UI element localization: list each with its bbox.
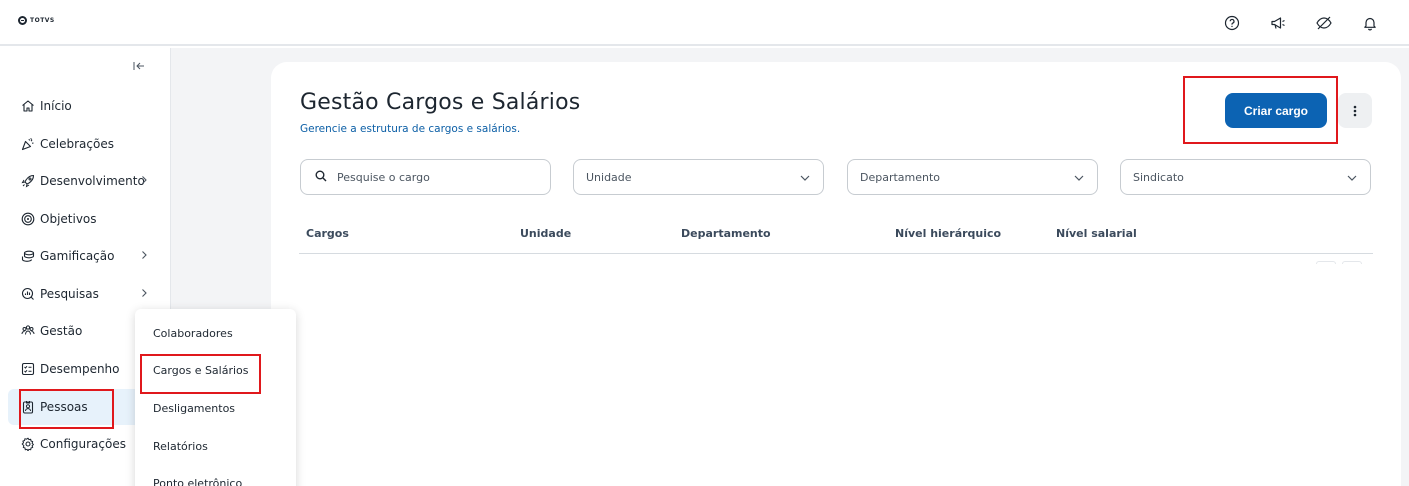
departamento-select[interactable]: Departamento: [847, 159, 1098, 195]
pagination-controls: [1316, 261, 1362, 264]
target-icon: [20, 211, 36, 227]
table-header: Cargos Unidade Departamento Nível hierár…: [299, 214, 1373, 254]
more-vertical-icon: [1353, 105, 1357, 116]
top-bar: TOTVS: [0, 0, 1409, 46]
help-icon[interactable]: [1221, 12, 1243, 34]
chevron-down-icon: [1346, 172, 1358, 184]
chevron-right-icon: [138, 287, 150, 299]
more-options-button[interactable]: [1338, 93, 1372, 128]
sidebar-item-desenvolvimento[interactable]: Desenvolvimento: [8, 163, 164, 199]
bell-icon[interactable]: [1359, 12, 1381, 34]
pagination-next-button[interactable]: [1342, 261, 1362, 264]
badge-icon: [20, 399, 36, 415]
submenu-item-cargos-e-salarios[interactable]: Cargos e Salários: [135, 352, 296, 388]
checklist-icon: [20, 361, 36, 377]
sidebar-item-label: Início: [40, 99, 72, 113]
sidebar-item-label: Objetivos: [40, 212, 97, 226]
pessoas-submenu: Colaboradores Cargos e Salários Desligam…: [135, 309, 296, 486]
column-header-nivel-salarial[interactable]: Nível salarial: [1056, 227, 1137, 240]
team-icon: [20, 323, 36, 339]
home-icon: [20, 98, 36, 114]
sidebar-item-label: Configurações: [40, 437, 126, 451]
submenu-item-desligamentos[interactable]: Desligamentos: [135, 390, 296, 426]
sindicato-select[interactable]: Sindicato: [1120, 159, 1371, 195]
column-header-cargos[interactable]: Cargos: [306, 227, 349, 240]
chevron-down-icon: [799, 172, 811, 184]
eye-off-icon[interactable]: [1313, 12, 1335, 34]
sidebar-item-label: Pesquisas: [40, 287, 99, 301]
submenu-item-colaboradores[interactable]: Colaboradores: [135, 315, 296, 351]
search-placeholder: Pesquise o cargo: [337, 170, 430, 184]
coins-icon: [20, 248, 36, 264]
submenu-item-ponto-eletronico[interactable]: Ponto eletrônico: [135, 465, 296, 486]
sidebar-item-gamificacao[interactable]: Gamificação: [8, 238, 164, 274]
sidebar-item-objetivos[interactable]: Objetivos: [8, 201, 164, 237]
main-area: Gestão Cargos e Salários Gerencie a estr…: [171, 48, 1409, 486]
sidebar-item-celebracoes[interactable]: Celebrações: [8, 126, 164, 162]
logo-text: TOTVS: [30, 17, 55, 24]
sidebar-item-label: Desempenho: [40, 362, 120, 376]
sindicato-select-label: Sindicato: [1133, 170, 1184, 184]
chevron-right-icon: [138, 249, 150, 261]
column-header-nivel-hierarquico[interactable]: Nível hierárquico: [895, 227, 1001, 240]
sidebar-item-pesquisas[interactable]: Pesquisas: [8, 276, 164, 312]
sidebar-item-label: Desenvolvimento: [40, 174, 145, 188]
chevron-right-icon: [138, 174, 150, 186]
column-header-unidade[interactable]: Unidade: [520, 227, 571, 240]
submenu-item-relatorios[interactable]: Relatórios: [135, 428, 296, 464]
sidebar-item-inicio[interactable]: Início: [8, 88, 164, 124]
gear-icon: [20, 436, 36, 452]
column-header-departamento[interactable]: Departamento: [681, 227, 771, 240]
survey-icon: [20, 286, 36, 302]
unidade-select[interactable]: Unidade: [573, 159, 824, 195]
sidebar-item-label: Celebrações: [40, 137, 114, 151]
sidebar-item-label: Gamificação: [40, 249, 115, 263]
top-actions: [1221, 12, 1381, 34]
search-icon: [315, 170, 327, 185]
departamento-select-label: Departamento: [860, 170, 941, 184]
page-subtitle: Gerencie a estrutura de cargos e salário…: [300, 123, 521, 135]
brand-logo[interactable]: TOTVS: [18, 16, 55, 25]
page-title: Gestão Cargos e Salários: [300, 90, 581, 115]
unidade-select-label: Unidade: [586, 170, 632, 184]
rocket-icon: [20, 173, 36, 189]
search-input[interactable]: Pesquise o cargo: [300, 159, 551, 195]
pagination-prev-button[interactable]: [1316, 261, 1336, 264]
sidebar-item-label: Pessoas: [40, 400, 88, 414]
collapse-left-icon[interactable]: [131, 58, 147, 74]
logo-mark-icon: [18, 16, 27, 25]
party-icon: [20, 136, 36, 152]
content-card: Gestão Cargos e Salários Gerencie a estr…: [271, 62, 1401, 486]
create-cargo-button[interactable]: Criar cargo: [1225, 93, 1327, 128]
sidebar-item-label: Gestão: [40, 324, 83, 338]
chevron-down-icon: [1073, 172, 1085, 184]
megaphone-icon[interactable]: [1267, 12, 1289, 34]
